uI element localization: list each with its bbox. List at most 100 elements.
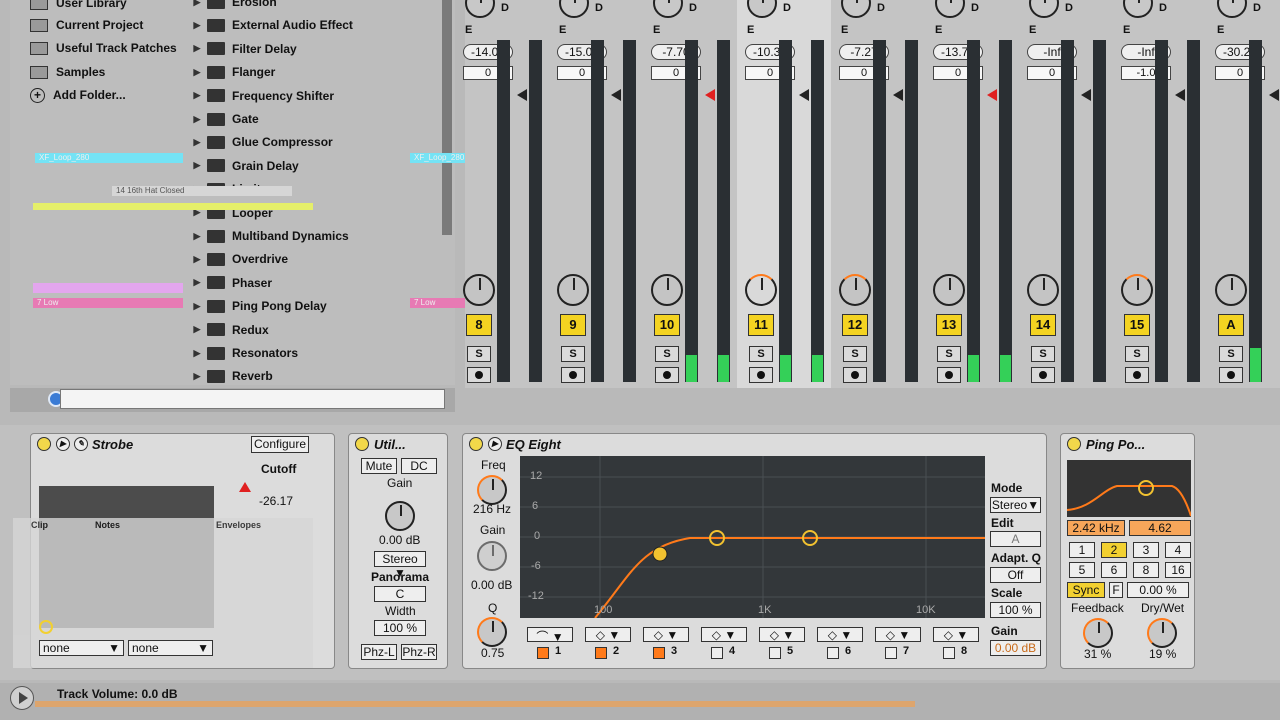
pan-knob[interactable] — [463, 274, 495, 306]
param-value[interactable]: -26.17 — [259, 494, 293, 508]
edit-button[interactable]: A — [990, 531, 1041, 547]
band-filter-type-select[interactable]: ◇ ▼ — [875, 627, 921, 642]
solo-button[interactable]: S — [1031, 346, 1055, 362]
volume-arrow-icon[interactable] — [517, 89, 527, 101]
pan-knob[interactable] — [557, 274, 589, 306]
envelopes-tab[interactable]: Envelopes — [216, 520, 261, 530]
output-gain-field[interactable]: 0.00 dB — [990, 640, 1041, 656]
volume-arrow-icon[interactable] — [1081, 89, 1091, 101]
time-button[interactable]: 16 — [1165, 562, 1191, 578]
volume-arrow-icon[interactable] — [705, 89, 715, 101]
arm-button[interactable] — [467, 367, 491, 383]
select-1[interactable]: none ▼ — [39, 640, 124, 656]
offset-field[interactable]: 0.00 % — [1127, 582, 1189, 598]
add-folder-button[interactable]: + Add Folder... — [30, 84, 126, 106]
eq-display[interactable]: 12 6 0 -6 -12 100 1K 10K — [520, 456, 985, 619]
time-button[interactable]: 5 — [1069, 562, 1095, 578]
send-d-knob[interactable] — [465, 0, 495, 18]
panorama-field[interactable]: C — [374, 586, 426, 602]
adapt-q-button[interactable]: Off — [990, 567, 1041, 583]
power-icon[interactable] — [1067, 437, 1081, 451]
band-toggle[interactable] — [595, 647, 607, 659]
expand-arrow-icon[interactable]: ▶ — [190, 348, 204, 359]
pan-knob[interactable] — [1121, 274, 1153, 306]
stereo-select[interactable]: Stereo ▼ — [374, 551, 426, 580]
notes-tab[interactable]: Notes — [95, 520, 120, 530]
expand-arrow-icon[interactable]: ▶ — [190, 160, 204, 171]
effect-item[interactable]: ▶ Erosion — [190, 0, 440, 13]
send-d-knob[interactable] — [1217, 0, 1247, 18]
power-icon[interactable] — [37, 437, 51, 451]
arm-button[interactable] — [749, 367, 773, 383]
expand-arrow-icon[interactable]: ▶ — [190, 114, 204, 125]
mute-button[interactable]: Mute — [361, 458, 397, 474]
solo-button[interactable]: S — [1125, 346, 1149, 362]
expand-arrow-icon[interactable]: ▶ — [190, 90, 204, 101]
band-filter-type-select[interactable]: ◇ ▼ — [933, 627, 979, 642]
band-filter-type-select[interactable]: ◇ ▼ — [643, 627, 689, 642]
effect-item[interactable]: ▶ Ping Pong Delay — [190, 295, 440, 317]
expand-arrow-icon[interactable]: ▶ — [190, 254, 204, 265]
track-activator-button[interactable]: 15 — [1124, 314, 1150, 336]
place-samples[interactable]: Samples — [30, 61, 105, 83]
effect-item[interactable]: ▶ Reverb — [190, 365, 440, 387]
band-1-handle[interactable] — [652, 546, 668, 562]
band-filter-type-select[interactable]: ◇ ▼ — [817, 627, 863, 642]
mode-select[interactable]: Stereo▼ — [990, 497, 1041, 513]
arm-button[interactable] — [655, 367, 679, 383]
effect-item[interactable]: ▶ External Audio Effect — [190, 14, 440, 36]
arm-button[interactable] — [561, 367, 585, 383]
band-toggle[interactable] — [653, 647, 665, 659]
expand-arrow-icon[interactable]: ▶ — [190, 324, 204, 335]
expand-arrow-icon[interactable]: ▶ — [190, 0, 204, 8]
effect-item[interactable]: ▶ Redux — [190, 319, 440, 341]
expand-arrow-icon[interactable]: ▶ — [190, 277, 204, 288]
send-d-knob[interactable] — [1123, 0, 1153, 18]
pan-knob[interactable] — [933, 274, 965, 306]
solo-button[interactable]: S — [937, 346, 961, 362]
pan-knob[interactable] — [1027, 274, 1059, 306]
effect-item[interactable]: ▶ Phaser — [190, 272, 440, 294]
arm-button[interactable] — [937, 367, 961, 383]
solo-button[interactable]: S — [1219, 346, 1243, 362]
scale-field[interactable]: 100 % — [990, 602, 1041, 618]
send-d-knob[interactable] — [559, 0, 589, 18]
effect-item[interactable]: ▶ Grain Delay — [190, 155, 440, 177]
band-toggle[interactable] — [711, 647, 723, 659]
track-activator-button[interactable]: 13 — [936, 314, 962, 336]
volume-arrow-icon[interactable] — [1269, 89, 1279, 101]
phz-r-button[interactable]: Phz-R — [401, 644, 437, 660]
browser-scrollbar[interactable] — [442, 0, 452, 235]
freq-knob[interactable] — [477, 475, 507, 505]
effect-item[interactable]: ▶ Glue Compressor — [190, 131, 440, 153]
expand-arrow-icon[interactable]: ▶ — [190, 371, 204, 382]
select-2[interactable]: none ▼ — [128, 640, 213, 656]
freeze-button[interactable]: F — [1109, 582, 1123, 598]
time-button[interactable]: 3 — [1133, 542, 1159, 558]
time-button[interactable]: 6 — [1101, 562, 1127, 578]
wrench-icon[interactable]: ✎ — [74, 437, 88, 451]
volume-arrow-icon[interactable] — [987, 89, 997, 101]
expand-arrow-icon[interactable]: ▶ — [190, 231, 204, 242]
send-d-knob[interactable] — [653, 0, 683, 18]
band-toggle[interactable] — [769, 647, 781, 659]
band-toggle[interactable] — [943, 647, 955, 659]
volume-arrow-icon[interactable] — [1175, 89, 1185, 101]
solo-button[interactable]: S — [561, 346, 585, 362]
send-d-knob[interactable] — [935, 0, 965, 18]
track-activator-button[interactable]: A — [1218, 314, 1244, 336]
track-activator-button[interactable]: 12 — [842, 314, 868, 336]
phz-l-button[interactable]: Phz-L — [361, 644, 397, 660]
effect-item[interactable]: ▶ Gate — [190, 108, 440, 130]
solo-button[interactable]: S — [749, 346, 773, 362]
width-field[interactable]: 100 % — [374, 620, 426, 636]
band-toggle[interactable] — [827, 647, 839, 659]
effect-item[interactable]: ▶ Flanger — [190, 61, 440, 83]
expand-arrow-icon[interactable]: ▶ — [190, 137, 204, 148]
play-icon[interactable] — [10, 686, 34, 710]
band-toggle[interactable] — [537, 647, 549, 659]
pan-knob[interactable] — [745, 274, 777, 306]
track-activator-button[interactable]: 8 — [466, 314, 492, 336]
sync-button[interactable]: Sync — [1067, 582, 1105, 598]
volume-arrow-icon[interactable] — [799, 89, 809, 101]
